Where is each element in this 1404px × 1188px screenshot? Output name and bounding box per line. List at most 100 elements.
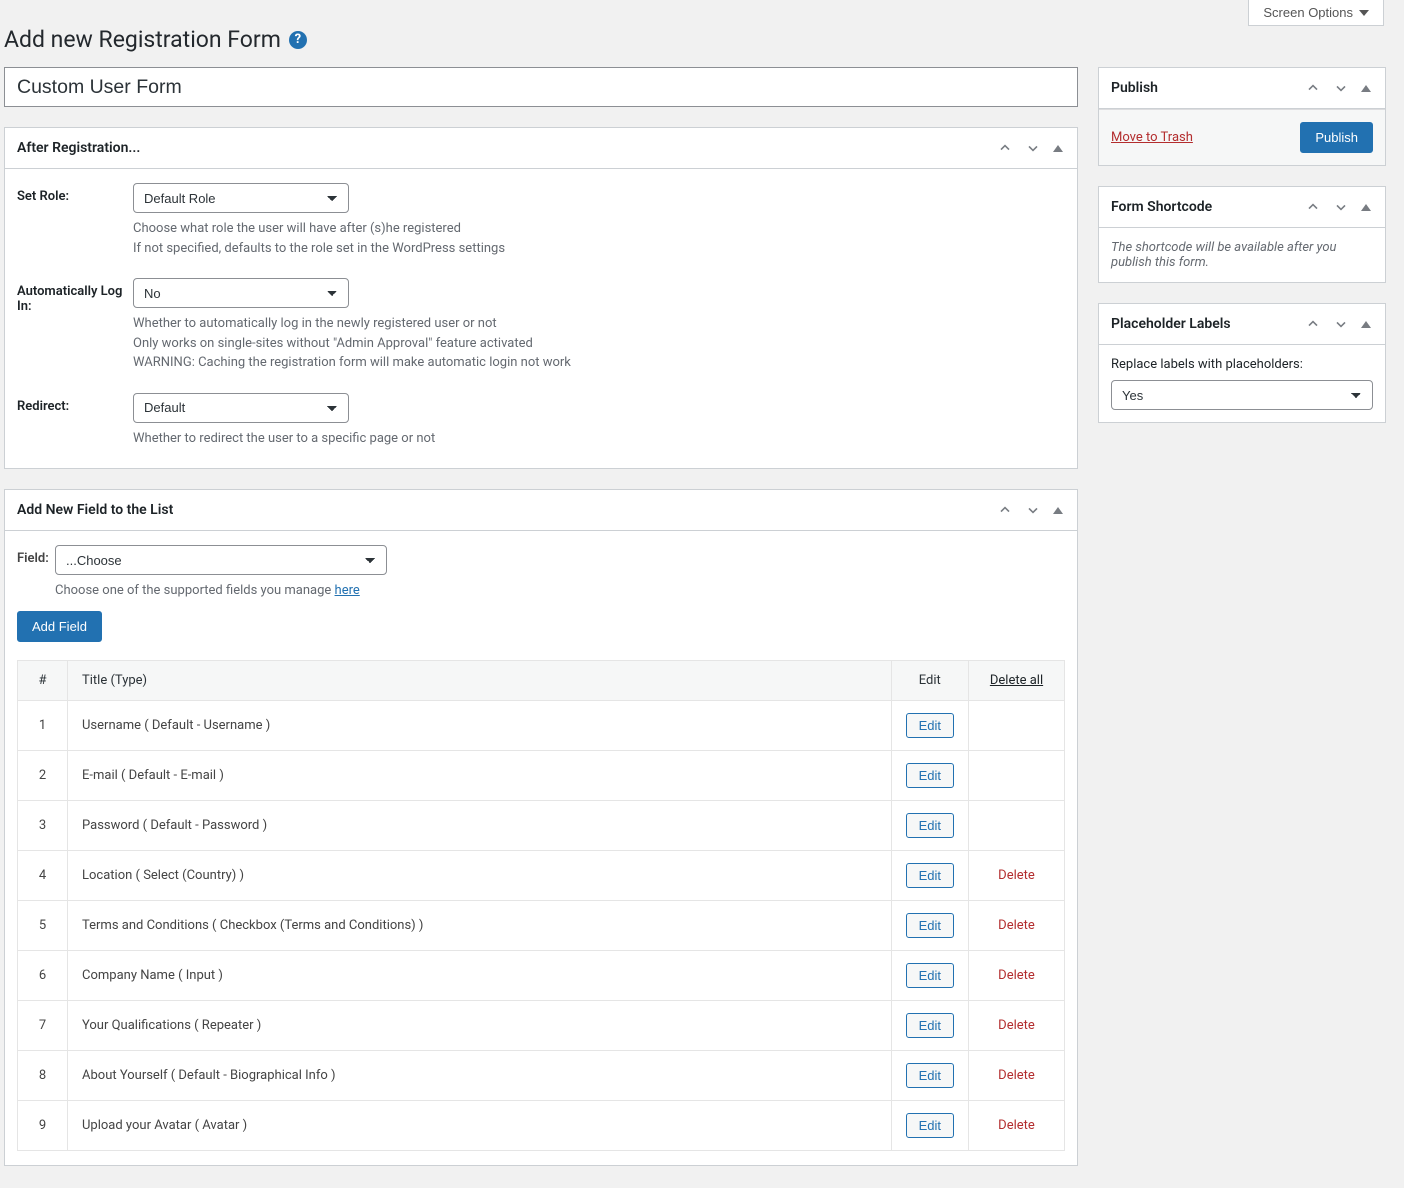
- delete-row-link[interactable]: Delete: [998, 1118, 1035, 1133]
- row-title: Upload your Avatar ( Avatar ): [68, 1100, 892, 1150]
- auto-login-desc-2: Only works on single-sites without "Admi…: [133, 334, 1065, 354]
- row-num: 4: [18, 850, 68, 900]
- col-header-num: #: [18, 660, 68, 700]
- panel-move-down-button[interactable]: [1021, 136, 1045, 160]
- edit-row-button[interactable]: Edit: [906, 913, 954, 938]
- triangle-up-icon: [1053, 507, 1063, 514]
- edit-row-button[interactable]: Edit: [906, 713, 954, 738]
- auto-login-label: Automatically Log In:: [17, 278, 133, 314]
- edit-row-button[interactable]: Edit: [906, 1113, 954, 1138]
- edit-row-button[interactable]: Edit: [906, 813, 954, 838]
- page-title-text: Add new Registration Form: [4, 26, 281, 53]
- add-field-button[interactable]: Add Field: [17, 611, 102, 642]
- delete-row-link[interactable]: Delete: [998, 868, 1035, 883]
- panel-move-up-button[interactable]: [1301, 312, 1325, 336]
- panel-toggle-button[interactable]: [1357, 195, 1375, 219]
- auto-login-desc-3: WARNING: Caching the registration form w…: [133, 353, 1065, 373]
- panel-form-shortcode: Form Shortcode The shortcode will be ava…: [1098, 186, 1386, 283]
- field-select-label: Field:: [17, 545, 55, 566]
- redirect-label: Redirect:: [17, 393, 133, 414]
- delete-all-link[interactable]: Delete all: [990, 673, 1043, 688]
- panel-after-registration: After Registration... Set Role: Default …: [4, 127, 1078, 469]
- row-title: Username ( Default - Username ): [68, 700, 892, 750]
- page-title: Add new Registration Form ?: [0, 26, 1404, 67]
- panel-move-down-button[interactable]: [1329, 312, 1353, 336]
- delete-row-link[interactable]: Delete: [998, 968, 1035, 983]
- edit-row-button[interactable]: Edit: [906, 863, 954, 888]
- panel-move-up-button[interactable]: [1301, 76, 1325, 100]
- panel-title: Add New Field to the List: [5, 490, 185, 530]
- row-num: 3: [18, 800, 68, 850]
- row-num: 2: [18, 750, 68, 800]
- row-title: Location ( Select (Country) ): [68, 850, 892, 900]
- panel-header: Form Shortcode: [1099, 187, 1385, 228]
- edit-row-button[interactable]: Edit: [906, 763, 954, 788]
- panel-header: Placeholder Labels: [1099, 304, 1385, 345]
- table-row: 7Your Qualifications ( Repeater ) Edit Del…: [18, 1000, 1065, 1050]
- panel-toggle-button[interactable]: [1357, 312, 1375, 336]
- move-to-trash-link[interactable]: Move to Trash: [1111, 130, 1193, 145]
- panel-move-up-button[interactable]: [1301, 195, 1325, 219]
- placeholder-select[interactable]: Yes: [1111, 380, 1373, 410]
- triangle-up-icon: [1361, 321, 1371, 328]
- panel-header: After Registration...: [5, 128, 1077, 169]
- panel-title: Form Shortcode: [1099, 187, 1224, 227]
- row-title: Terms and Conditions ( Checkbox (Terms a…: [68, 900, 892, 950]
- table-row: 9Upload your Avatar ( Avatar ) Edit Delete: [18, 1100, 1065, 1150]
- panel-header: Publish: [1099, 68, 1385, 109]
- panel-title: Placeholder Labels: [1099, 304, 1243, 344]
- publish-button[interactable]: Publish: [1300, 122, 1373, 153]
- table-row: 3Password ( Default - Password ) Edit: [18, 800, 1065, 850]
- triangle-up-icon: [1361, 85, 1371, 92]
- delete-row-link[interactable]: Delete: [998, 1068, 1035, 1083]
- panel-toggle-button[interactable]: [1049, 136, 1067, 160]
- row-num: 1: [18, 700, 68, 750]
- row-num: 9: [18, 1100, 68, 1150]
- row-title: Password ( Default - Password ): [68, 800, 892, 850]
- screen-options-button[interactable]: Screen Options: [1248, 0, 1384, 26]
- row-num: 8: [18, 1050, 68, 1100]
- set-role-select[interactable]: Default Role: [133, 183, 349, 213]
- panel-move-up-button[interactable]: [993, 136, 1017, 160]
- redirect-select[interactable]: Default: [133, 393, 349, 423]
- table-row: 5Terms and Conditions ( Checkbox (Terms …: [18, 900, 1065, 950]
- screen-options-label: Screen Options: [1263, 5, 1353, 20]
- col-header-edit: Edit: [891, 660, 968, 700]
- row-num: 6: [18, 950, 68, 1000]
- panel-move-down-button[interactable]: [1329, 195, 1353, 219]
- row-title: About Yourself ( Default - Biographical …: [68, 1050, 892, 1100]
- col-header-title: Title (Type): [68, 660, 892, 700]
- panel-title: After Registration...: [5, 128, 152, 168]
- delete-row-link[interactable]: Delete: [998, 918, 1035, 933]
- triangle-up-icon: [1053, 145, 1063, 152]
- panel-placeholder-labels: Placeholder Labels Replace labels with p…: [1098, 303, 1386, 423]
- panel-move-down-button[interactable]: [1329, 76, 1353, 100]
- row-num: 7: [18, 1000, 68, 1050]
- panel-add-field: Add New Field to the List Field: ...Choo…: [4, 489, 1078, 1166]
- row-title: Your Qualifications ( Repeater ): [68, 1000, 892, 1050]
- delete-row-link[interactable]: Delete: [998, 1018, 1035, 1033]
- panel-toggle-button[interactable]: [1049, 498, 1067, 522]
- auto-login-select[interactable]: No: [133, 278, 349, 308]
- set-role-label: Set Role:: [17, 183, 133, 204]
- triangle-up-icon: [1361, 204, 1371, 211]
- fields-table: # Title (Type) Edit Delete all 1Username…: [17, 660, 1065, 1151]
- panel-toggle-button[interactable]: [1357, 76, 1375, 100]
- auto-login-desc-1: Whether to automatically log in the newl…: [133, 314, 1065, 334]
- panel-move-up-button[interactable]: [993, 498, 1017, 522]
- edit-row-button[interactable]: Edit: [906, 1063, 954, 1088]
- field-type-select[interactable]: ...Choose: [55, 545, 387, 575]
- shortcode-desc: The shortcode will be available after yo…: [1099, 228, 1385, 282]
- row-title: E-mail ( Default - E-mail ): [68, 750, 892, 800]
- help-icon[interactable]: ?: [289, 31, 307, 49]
- manage-fields-link[interactable]: here: [335, 583, 360, 598]
- redirect-desc: Whether to redirect the user to a specif…: [133, 429, 1065, 449]
- form-title-input[interactable]: [4, 67, 1078, 107]
- edit-row-button[interactable]: Edit: [906, 963, 954, 988]
- edit-row-button[interactable]: Edit: [906, 1013, 954, 1038]
- row-title: Company Name ( Input ): [68, 950, 892, 1000]
- panel-move-down-button[interactable]: [1021, 498, 1045, 522]
- table-row: 8About Yourself ( Default - Biographical…: [18, 1050, 1065, 1100]
- table-row: 6Company Name ( Input ) Edit Delete: [18, 950, 1065, 1000]
- table-row: 1Username ( Default - Username ) Edit: [18, 700, 1065, 750]
